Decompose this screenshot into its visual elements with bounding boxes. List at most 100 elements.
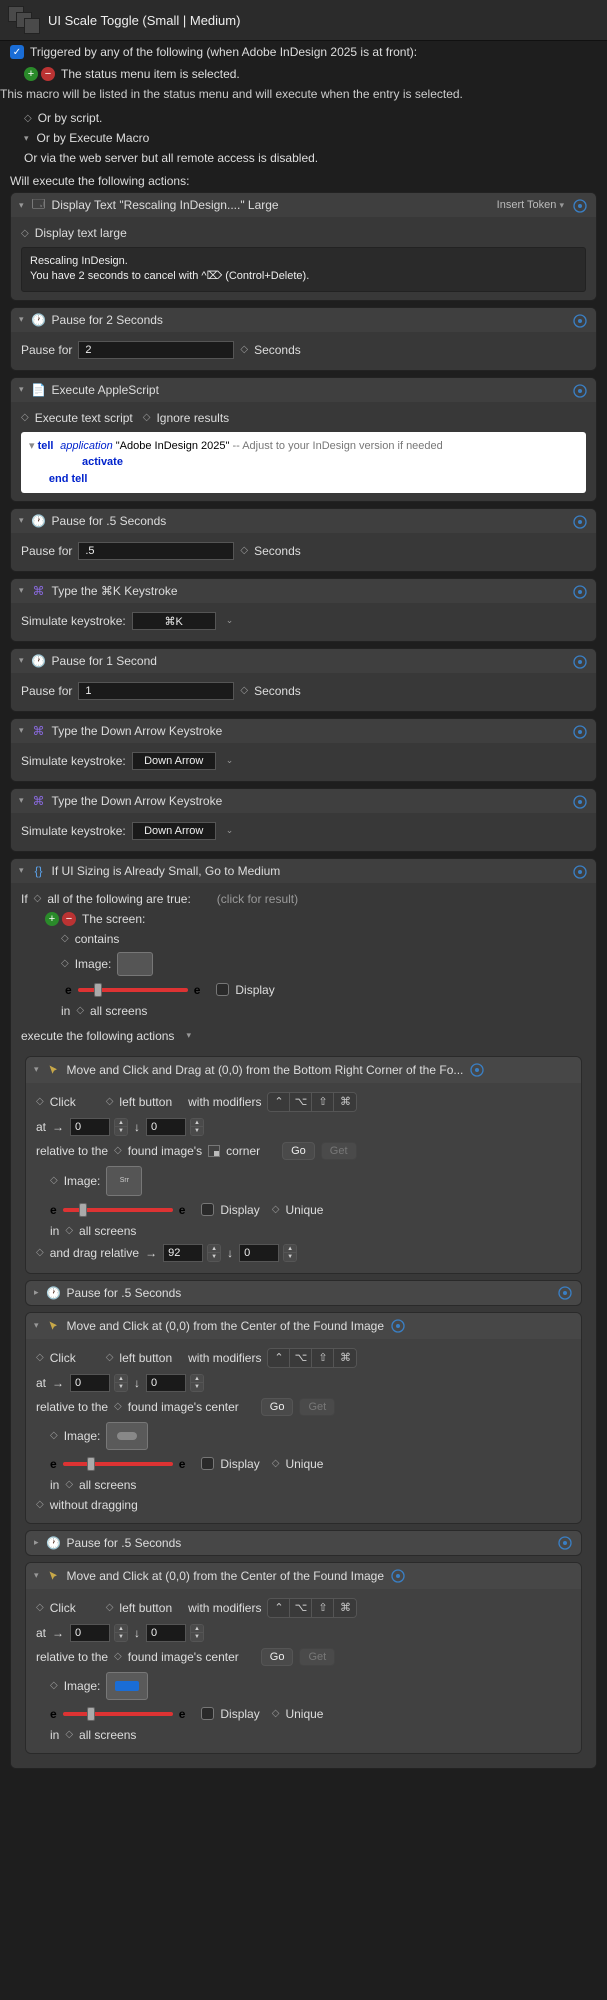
image-well[interactable] [106, 1422, 148, 1450]
unique-select[interactable]: Unique [285, 1457, 323, 1471]
image-well[interactable] [106, 1672, 148, 1700]
remove-condition-button[interactable]: − [62, 912, 76, 926]
chevron-right-icon[interactable]: ▸ [34, 1537, 39, 1548]
keystroke-menu[interactable]: ⌄ [222, 825, 238, 836]
relative-target[interactable]: found image's [128, 1144, 202, 1158]
y-input[interactable] [146, 1118, 186, 1136]
action-pause-collapsed[interactable]: ▸ 🕐 Pause for .5 Seconds [25, 1280, 582, 1306]
click-mode[interactable]: Click [50, 1351, 76, 1365]
action-pause-collapsed[interactable]: ▸ 🕐 Pause for .5 Seconds [25, 1530, 582, 1556]
click-mode[interactable]: Click [50, 1095, 76, 1109]
chevron-right-icon[interactable]: ▸ [34, 1287, 39, 1298]
screens-select[interactable]: all screens [79, 1728, 136, 1742]
unique-select[interactable]: Unique [285, 1707, 323, 1721]
add-condition-button[interactable]: + [45, 912, 59, 926]
chevron-down-icon[interactable]: ▾ [19, 515, 24, 526]
chevron-down-icon[interactable]: ▾ [19, 200, 24, 211]
contains-select[interactable]: contains [75, 932, 120, 946]
display-checkbox[interactable] [201, 1203, 214, 1216]
drag-x-input[interactable] [163, 1244, 203, 1262]
go-button[interactable]: Go [261, 1648, 294, 1666]
chevron-down-icon[interactable]: ▾ [19, 795, 24, 806]
script-mode[interactable]: Execute text script [35, 411, 133, 425]
remove-trigger-button[interactable]: − [41, 67, 55, 81]
display-mode-row[interactable]: ◇ Display text large [21, 223, 586, 243]
action-header[interactable]: ▾ ⌘ Type the Down Arrow Keystroke [11, 789, 596, 813]
cmd-mod[interactable]: ⌘ [334, 1349, 356, 1367]
gear-icon[interactable] [572, 383, 588, 399]
get-button[interactable]: Get [299, 1398, 335, 1416]
stepper[interactable]: ▲▼ [190, 1624, 204, 1642]
chevron-down-icon[interactable]: ▾ [19, 725, 24, 736]
screens-select[interactable]: all screens [90, 1004, 147, 1018]
relative-target[interactable]: found image's center [128, 1650, 239, 1664]
drag-y-input[interactable] [239, 1244, 279, 1262]
chevron-down-icon[interactable]: ▾ [186, 1030, 191, 1041]
unique-select[interactable]: Unique [285, 1203, 323, 1217]
shift-mod[interactable]: ⇧ [312, 1349, 334, 1367]
go-button[interactable]: Go [261, 1398, 294, 1416]
keystroke-field[interactable]: Down Arrow [132, 822, 216, 840]
stepper[interactable]: ▲▼ [114, 1624, 128, 1642]
display-checkbox[interactable] [201, 1457, 214, 1470]
cmd-mod[interactable]: ⌘ [334, 1093, 356, 1111]
ctrl-mod[interactable]: ⌃ [268, 1599, 290, 1617]
drag-mode[interactable]: without dragging [50, 1498, 138, 1512]
pause-unit[interactable]: Seconds [254, 343, 301, 357]
go-button[interactable]: Go [282, 1142, 315, 1160]
chevron-down-icon[interactable]: ▾ [19, 585, 24, 596]
image-well[interactable] [117, 952, 153, 976]
fuzz-slider[interactable] [63, 1462, 173, 1466]
screens-select[interactable]: all screens [79, 1478, 136, 1492]
mouse-button[interactable]: left button [119, 1601, 172, 1615]
get-button[interactable]: Get [321, 1142, 357, 1160]
action-header[interactable]: ▾ ⌘ Type the Down Arrow Keystroke [11, 719, 596, 743]
insert-token-menu[interactable]: Insert Token ▾ [497, 199, 566, 211]
action-header[interactable]: ▾ Move and Click at (0,0) from the Cente… [26, 1313, 581, 1339]
stepper[interactable]: ▲▼ [114, 1118, 128, 1136]
relative-target[interactable]: found image's center [128, 1400, 239, 1414]
action-header[interactable]: ▾ 🗔 Display Text "Rescaling InDesign....… [11, 193, 596, 217]
gear-icon[interactable] [572, 794, 588, 810]
action-header[interactable]: ▾ 📄 Execute AppleScript [11, 378, 596, 402]
action-header[interactable]: ▾ Move and Click and Drag at (0,0) from … [26, 1057, 581, 1083]
add-trigger-button[interactable]: + [24, 67, 38, 81]
shift-mod[interactable]: ⇧ [312, 1599, 334, 1617]
action-header[interactable]: ▾ ⌘ Type the ⌘K Keystroke [11, 579, 596, 603]
stepper[interactable]: ▲▼ [190, 1118, 204, 1136]
click-for-result[interactable]: (click for result) [217, 892, 298, 906]
chevron-down-icon[interactable]: ▾ [34, 1320, 39, 1331]
ctrl-mod[interactable]: ⌃ [268, 1349, 290, 1367]
gear-icon[interactable] [469, 1062, 485, 1078]
x-input[interactable] [70, 1374, 110, 1392]
display-text-content[interactable]: Rescaling InDesign. You have 2 seconds t… [21, 247, 586, 292]
chevron-down-icon[interactable]: ▾ [34, 1064, 39, 1075]
keystroke-field[interactable]: ⌘K [132, 612, 216, 630]
get-button[interactable]: Get [299, 1648, 335, 1666]
corner-icon[interactable] [208, 1145, 220, 1157]
y-input[interactable] [146, 1624, 186, 1642]
stepper[interactable]: ▲▼ [190, 1374, 204, 1392]
gear-icon[interactable] [572, 313, 588, 329]
fuzz-slider[interactable] [78, 988, 188, 992]
action-header[interactable]: ▾ 🕐 Pause for 1 Second [11, 649, 596, 673]
pause-value-input[interactable] [78, 542, 234, 560]
drag-mode[interactable]: and drag relative [50, 1246, 139, 1260]
or-execute-row[interactable]: ▾ Or by Execute Macro [0, 128, 607, 148]
script-text[interactable]: ▾ tell application "Adobe InDesign 2025"… [21, 432, 586, 493]
results-mode[interactable]: Ignore results [156, 411, 229, 425]
chevron-down-icon[interactable]: ▾ [19, 655, 24, 666]
or-script-row[interactable]: ◇ Or by script. [0, 103, 607, 128]
opt-mod[interactable]: ⌥ [290, 1349, 312, 1367]
display-checkbox[interactable] [201, 1707, 214, 1720]
chevron-down-icon[interactable]: ▾ [34, 1570, 39, 1581]
keystroke-field[interactable]: Down Arrow [132, 752, 216, 770]
pause-unit[interactable]: Seconds [254, 684, 301, 698]
gear-icon[interactable] [390, 1318, 406, 1334]
mouse-button[interactable]: left button [119, 1351, 172, 1365]
mouse-button[interactable]: left button [119, 1095, 172, 1109]
gear-icon[interactable] [572, 198, 588, 214]
cmd-mod[interactable]: ⌘ [334, 1599, 356, 1617]
gear-icon[interactable] [390, 1568, 406, 1584]
stepper[interactable]: ▲▼ [114, 1374, 128, 1392]
